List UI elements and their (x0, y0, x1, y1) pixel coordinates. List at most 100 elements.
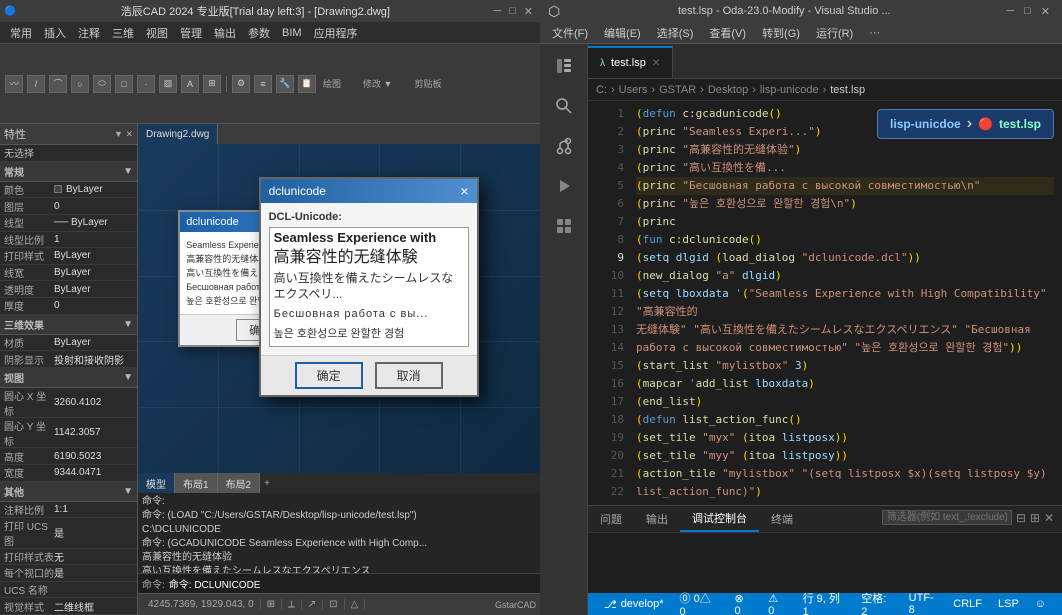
breadcrumb-sep3: › (700, 84, 704, 96)
cad-prop-icons[interactable]: ▼ ✕ (114, 129, 133, 140)
cad-tool-utility[interactable]: 🔧 (276, 75, 294, 93)
vscode-warnings[interactable]: ⚠ 0 (760, 592, 794, 615)
cad-tab-model[interactable]: 模型 (138, 473, 175, 493)
vscode-menu-goto[interactable]: 转到(G) (754, 22, 808, 43)
vscode-panel-tab-output[interactable]: 输出 (634, 506, 680, 532)
cad-tab-layout1[interactable]: 布局1 (175, 473, 218, 493)
vscode-icon-extensions[interactable] (546, 208, 582, 244)
cad-section-3d[interactable]: 三维效果 ▼ (0, 315, 137, 335)
cad-polar-btn[interactable]: ↗ (302, 599, 323, 610)
dcl-list-item-2[interactable]: 高い互換性を備えたシームレスなエクスペリ... (270, 268, 468, 304)
panel-close-icon[interactable]: ✕ (1044, 511, 1054, 525)
vscode-menu-edit[interactable]: 编辑(E) (596, 22, 649, 43)
cad-tool-hatch[interactable]: ▨ (159, 75, 177, 93)
panel-filter-input[interactable] (882, 510, 1012, 525)
vscode-close-btn[interactable]: ✕ (1037, 5, 1054, 18)
vscode-panel-tab-debug[interactable]: 调试控制台 (680, 506, 759, 532)
vscode-maximize-btn[interactable]: □ (1020, 5, 1035, 18)
cad-menu-3d[interactable]: 三维 (106, 25, 140, 41)
vscode-sync-status[interactable]: ⓪ 0△ 0 (672, 590, 727, 615)
cad-menu-view[interactable]: 视图 (140, 25, 174, 41)
vscode-panel-tab-terminal[interactable]: 终端 (759, 506, 805, 532)
dcl-list-item-1[interactable]: 高兼容性的无缝体験 (270, 248, 468, 268)
cad-drawing-area[interactable]: dclunicode ✕ Seamless Experience with 高兼… (138, 144, 540, 473)
vscode-menu-file[interactable]: 文件(F) (544, 22, 596, 43)
cad-menu-insert[interactable]: 插入 (38, 25, 72, 41)
vscode-spaces[interactable]: 空格: 2 (853, 590, 900, 615)
vscode-menu-view[interactable]: 查看(V) (701, 22, 754, 43)
vscode-menu-select[interactable]: 选择(S) (649, 22, 702, 43)
dcl-main-cancel-btn[interactable]: 取消 (375, 362, 443, 389)
cad-tool-table[interactable]: ⊞ (203, 75, 221, 93)
vscode-menu-run[interactable]: 运行(R) (808, 22, 861, 43)
cad-tool-point[interactable]: · (137, 75, 155, 93)
cad-tool-arc[interactable]: ⌒ (49, 75, 67, 93)
cad-osnap-btn[interactable]: ⊡ (323, 599, 344, 610)
vscode-menu-more[interactable]: ··· (861, 22, 888, 43)
vscode-feedback-icon[interactable]: ☺ (1027, 598, 1054, 610)
vscode-language[interactable]: LSP (990, 598, 1027, 610)
vscode-icon-debug[interactable] (546, 168, 582, 204)
cad-tool-text[interactable]: A (181, 75, 199, 93)
panel-maximize-icon[interactable]: ⊞ (1030, 511, 1040, 525)
cad-menu-bim[interactable]: BIM (276, 27, 308, 39)
cad-tool-layer[interactable]: ≡ (254, 75, 272, 93)
cad-section-misc[interactable]: 其他 ▼ (0, 482, 137, 502)
cad-tool-rect[interactable]: □ (115, 75, 133, 93)
cad-dynmode-btn[interactable]: △ (345, 599, 366, 610)
cad-menu-annotation[interactable]: 注释 (72, 25, 106, 41)
cad-tool-line[interactable]: / (27, 75, 45, 93)
vscode-line-col[interactable]: 行 9, 列 1 (795, 590, 854, 615)
dcl-list-item-0[interactable]: Seamless Experience with (270, 228, 468, 248)
cad-prop-material: 材质 ByLayer (0, 335, 137, 352)
cad-add-layout-btn[interactable]: + (264, 478, 270, 489)
vscode-tab-testlsp[interactable]: λ test.lsp ✕ (588, 46, 673, 78)
cad-tool-paste[interactable]: 📋 (298, 75, 316, 93)
dcl-main-dialog[interactable]: dclunicode × DCL-Unicode: Seamless Exper… (259, 177, 479, 397)
vscode-eol[interactable]: CRLF (945, 598, 990, 610)
vscode-git-branch[interactable]: ⎇ develop* (596, 598, 672, 611)
dcl-list-item-4[interactable]: 높은 호환성으로 완할한 경험 (270, 324, 468, 344)
cad-command-output: 命令: 命令: (LOAD "C:/Users/GSTAR/Desktop/li… (138, 493, 540, 573)
cad-close-btn[interactable]: ✕ (521, 5, 536, 18)
cad-tool-circle[interactable]: ○ (71, 75, 89, 93)
cad-maximize-btn[interactable]: □ (506, 5, 519, 18)
panel-collapse-icon[interactable]: ⊟ (1016, 511, 1026, 525)
cad-menu-app[interactable]: 应用程序 (308, 25, 364, 41)
cad-tab-layout2[interactable]: 布局2 (218, 473, 261, 493)
vscode-minimize-btn[interactable]: ─ (1002, 5, 1018, 18)
dcl-main-ok-btn[interactable]: 确定 (295, 362, 363, 389)
cad-snap-btn[interactable]: ⊞ (261, 599, 282, 610)
cad-tool-multiline[interactable]: 〰 (5, 75, 23, 93)
cad-cmd-current[interactable]: 命令: DCLUNICODE (169, 576, 261, 591)
dcl-main-close-btn[interactable]: × (460, 183, 468, 199)
cad-section-view[interactable]: 视图 ▼ (0, 368, 137, 388)
cad-menu-output[interactable]: 输出 (208, 25, 242, 41)
cad-minimize-btn[interactable]: ─ (490, 5, 504, 18)
cad-menu-params[interactable]: 参数 (242, 25, 276, 41)
code-line-14: 无缝体験" "高い互換性を備えたシームレスなエクスペリエンス" "Бесшовн… (636, 321, 1054, 339)
dcl-main-listbox[interactable]: Seamless Experience with 高兼容性的无缝体験 高い互換性… (269, 227, 469, 347)
cad-menu-manage[interactable]: 管理 (174, 25, 208, 41)
cad-menu-changyon[interactable]: 常用 (4, 25, 38, 41)
code-content[interactable]: (defun c:gcadunicode() (princ "Seamless … (628, 101, 1062, 505)
vscode-icon-git[interactable] (546, 128, 582, 164)
vscode-errors[interactable]: ⊗ 0 (726, 592, 760, 615)
vscode-icon-explorer[interactable] (546, 48, 582, 84)
cad-section-general[interactable]: 常规 ▼ (0, 162, 137, 182)
breadcrumb-gstar: GSTAR (659, 84, 696, 96)
ln1: 1 (592, 105, 624, 123)
vscode-tab-close-btn[interactable]: ✕ (652, 58, 660, 69)
vscode-icon-search[interactable] (546, 88, 582, 124)
ln7: 7 (592, 213, 624, 231)
git-branch-icon: ⎇ (604, 598, 617, 611)
cad-tool-properties[interactable]: ⚙ (232, 75, 250, 93)
cad-tool-ellipse[interactable]: ⬭ (93, 75, 111, 93)
vscode-panel-tab-problems[interactable]: 问题 (588, 506, 634, 532)
cad-tab-drawing2[interactable]: Drawing2.dwg (138, 124, 218, 144)
dcl-list-item-3[interactable]: Бесшовная работа с вы... (270, 304, 468, 324)
vscode-encoding[interactable]: UTF-8 (901, 592, 946, 615)
cad-ortho-btn[interactable]: ⟂ (282, 599, 302, 610)
vscode-code-view[interactable]: 1 2 3 4 5 6 7 8 9 10 11 12 13 (588, 101, 1062, 505)
banner-text: lisp-unicdoe (890, 117, 961, 131)
